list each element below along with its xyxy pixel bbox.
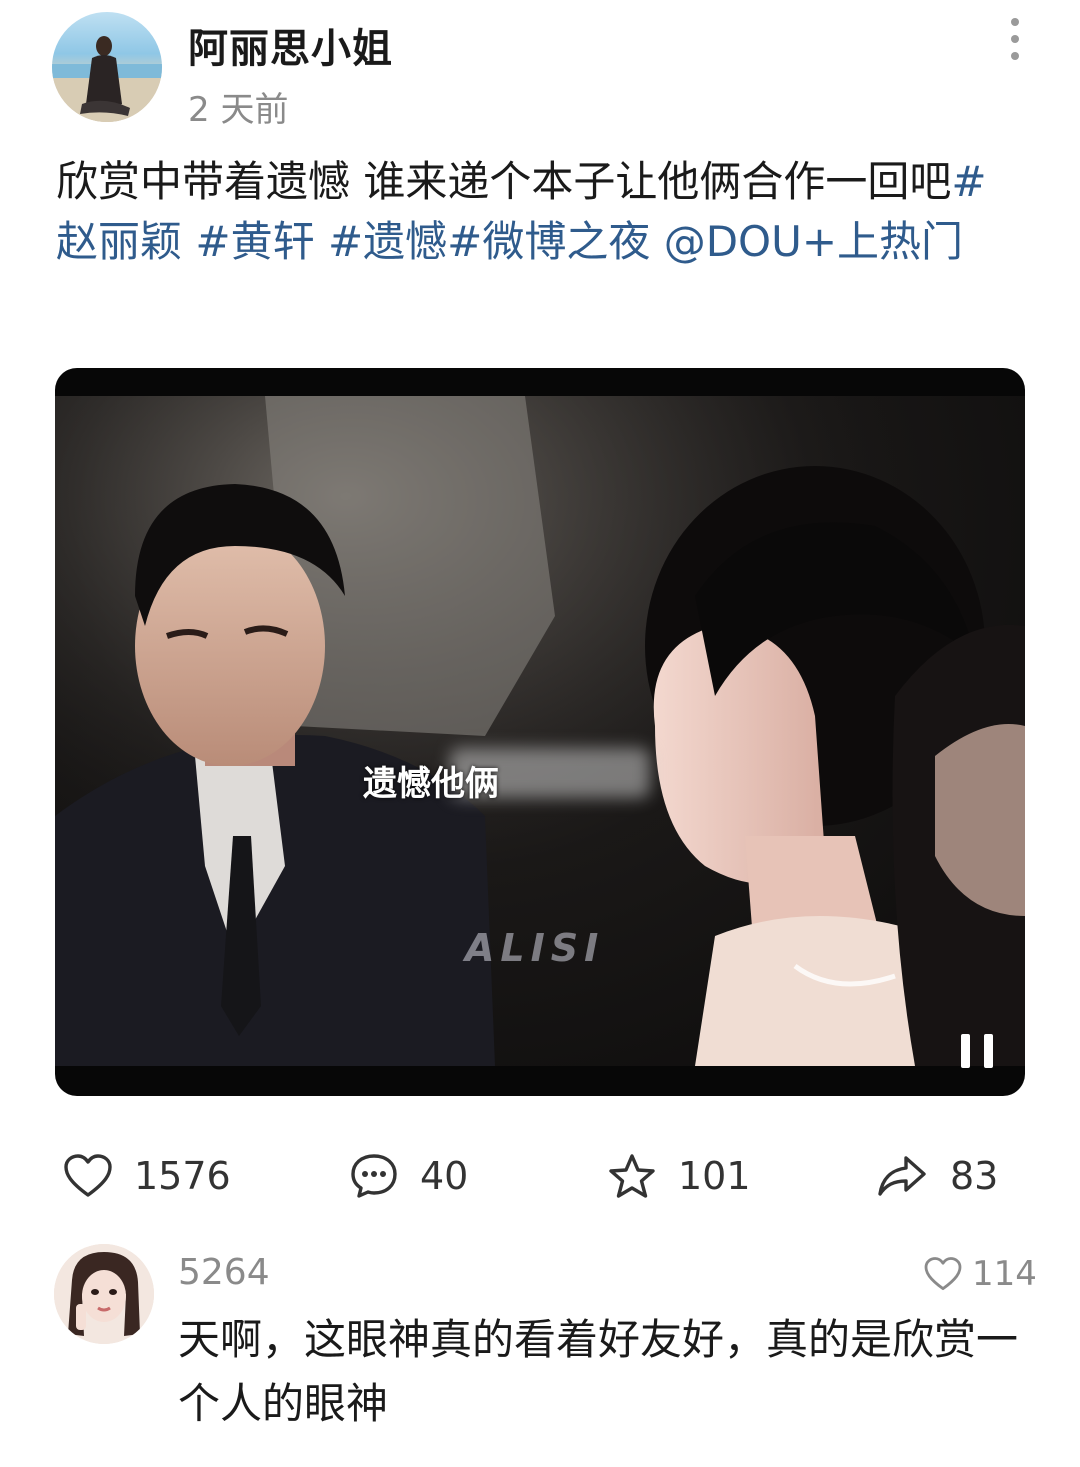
favorite-count: 101 [678,1154,751,1198]
video-frame: 遗憾他俩 ALISI [55,396,1025,1066]
author-avatar[interactable] [52,12,162,122]
more-dot-icon [1011,18,1019,26]
comment-bubble-icon [351,1154,397,1198]
share-count: 83 [950,1154,999,1198]
pause-bar-icon [961,1034,970,1068]
comment-text: 天啊，这眼神真的看着好友好，真的是欣赏一个人的眼神 [178,1315,1019,1428]
hashtag-link[interactable]: #黄轩 [195,217,314,266]
comment-button[interactable]: 40 [350,1148,468,1204]
video-watermark: ALISI [465,926,605,970]
video-subtitle: 遗憾他俩 [363,764,499,804]
like-count: 1576 [134,1154,231,1198]
comment-count: 40 [420,1154,469,1198]
post-text: 欣赏中带着遗憾 谁来递个本子让他俩合作一回吧#赵丽颖 #黄轩 #遗憾#微博之夜 … [56,152,1026,272]
mention-link[interactable]: @DOU+上热门 [664,217,963,266]
post-page: 阿丽思小姐 2 天前 欣赏中带着遗憾 谁来递个本子让他俩合作一回吧#赵丽颖 #黄… [0,0,1080,1467]
pause-bar-icon [984,1034,993,1068]
like-button[interactable]: 1576 [64,1148,231,1204]
more-dot-icon [1011,52,1019,60]
favorite-button[interactable]: 101 [608,1148,751,1204]
author-name[interactable]: 阿丽思小姐 [188,16,393,74]
commenter-name[interactable]: 5264 [178,1252,270,1293]
commenter-avatar[interactable] [54,1244,154,1344]
hashtag-link[interactable]: #微博之夜 [447,217,650,266]
more-dot-icon [1011,35,1019,43]
comment-like-count: 114 [972,1254,1037,1294]
share-arrow-icon [878,1156,926,1196]
heart-icon [924,1257,962,1291]
more-options-button[interactable] [1000,14,1030,64]
post-time: 2 天前 [188,90,289,130]
video-player[interactable]: 遗憾他俩 ALISI [55,368,1025,1096]
hashtag-link[interactable]: #遗憾 [328,217,447,266]
comment-like-button[interactable]: 114 [924,1252,1037,1296]
share-button[interactable]: 83 [876,1148,998,1204]
post-body-text: 欣赏中带着遗憾 谁来递个本子让他俩合作一回吧 [56,157,952,206]
heart-icon [64,1154,112,1197]
star-icon [609,1154,655,1198]
pause-icon[interactable] [957,1032,997,1072]
